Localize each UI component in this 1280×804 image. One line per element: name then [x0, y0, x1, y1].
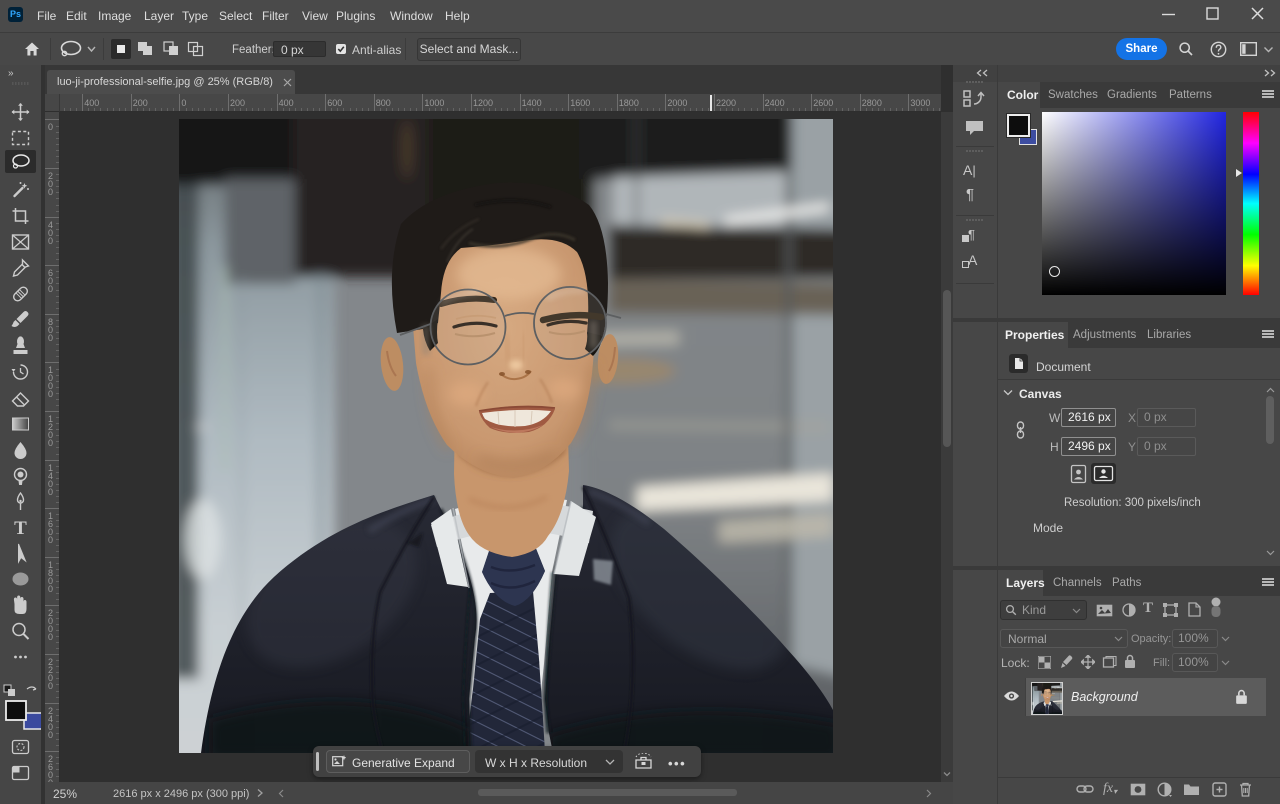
svg-text:T: T — [14, 518, 27, 539]
